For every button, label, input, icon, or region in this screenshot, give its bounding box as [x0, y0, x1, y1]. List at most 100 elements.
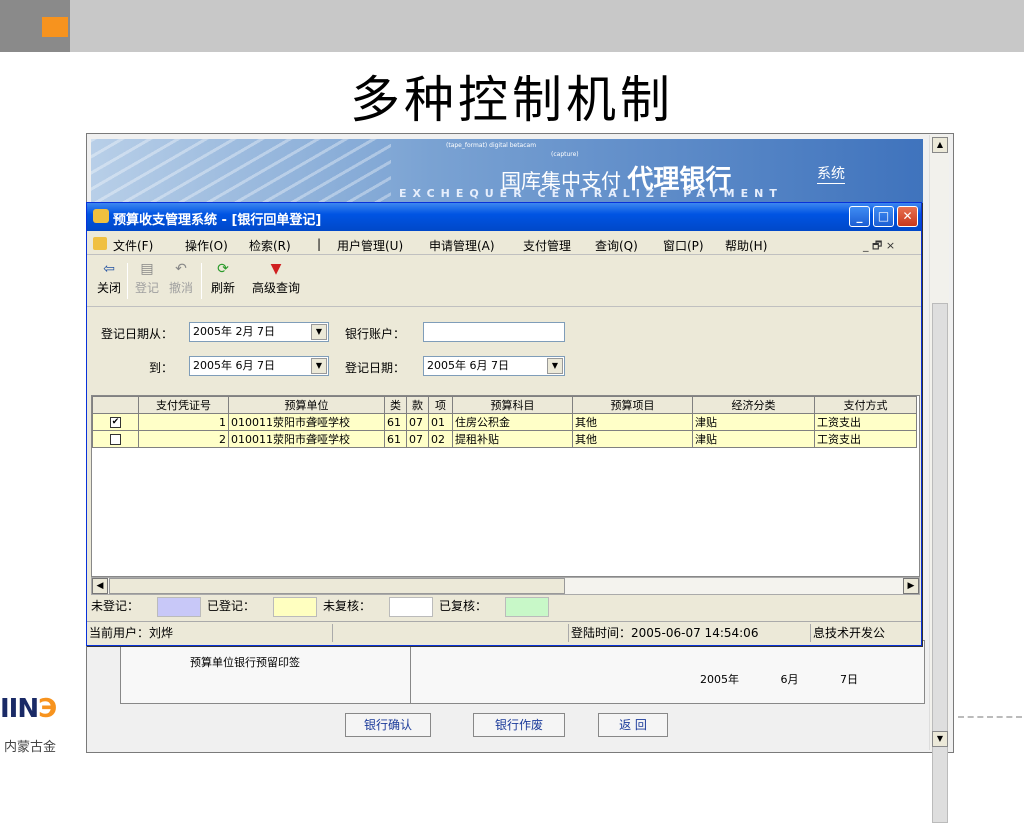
close-tool-button[interactable]: ⇦ 关闭 — [93, 261, 125, 296]
kuan-cell: 07 — [406, 413, 429, 431]
menu-bar: 文件(F) 操作(O) 检索(R) | 用户管理(U) 申请管理(A) 支付管理… — [87, 233, 921, 255]
maximize-icon[interactable]: □ — [873, 206, 894, 227]
unit-cell: 010011荥阳市聋哑学校 — [228, 430, 385, 448]
minimize-icon[interactable]: _ — [849, 206, 870, 227]
column-header-project[interactable]: 预算项目 — [572, 396, 693, 414]
banner-decoration — [91, 139, 391, 205]
row-checkbox-cell[interactable]: ✔ — [92, 413, 139, 431]
legend-reviewed-swatch — [505, 597, 549, 617]
company-logo: IINЭ — [0, 694, 57, 724]
register-date-value: 2005年 6月 7日 — [427, 359, 509, 372]
bank-void-button[interactable]: 银行作废 — [473, 713, 565, 737]
menu-help[interactable]: 帮助(H) — [725, 237, 767, 254]
back-button[interactable]: 返 回 — [598, 713, 668, 737]
revoke-tool-button[interactable]: ↶ 撤消 — [165, 261, 197, 296]
scroll-up-icon[interactable]: ▲ — [932, 137, 948, 153]
register-icon: ▤ — [140, 261, 154, 277]
class-cell: 61 — [384, 430, 407, 448]
column-header-pay-method[interactable]: 支付方式 — [814, 396, 917, 414]
column-header-voucher[interactable]: 支付凭证号 — [138, 396, 229, 414]
register-tool-button[interactable]: ▤ 登记 — [131, 261, 163, 296]
date-to-label: 到： — [149, 361, 174, 375]
column-header-select — [92, 396, 139, 414]
register-tool-label: 登记 — [134, 281, 159, 295]
date-from-picker[interactable]: 2005年 2月 7日 ▼ — [189, 322, 329, 342]
background-vertical-scrollbar[interactable]: ▲ ▼ — [929, 135, 949, 823]
slide-title: 多种控制机制 — [350, 71, 674, 129]
legend-unreviewed-swatch — [389, 597, 433, 617]
menu-operation[interactable]: 操作(O) — [185, 237, 228, 254]
legend-registered-swatch — [273, 597, 317, 617]
column-header-subject[interactable]: 预算科目 — [452, 396, 573, 414]
window-titlebar[interactable]: 预算收支管理系统 - [银行回单登记] _ □ ✕ — [87, 203, 921, 231]
slide-orange-square — [42, 17, 68, 37]
date-to-picker[interactable]: 2005年 6月 7日 ▼ — [189, 356, 329, 376]
refresh-icon: ⟳ — [217, 261, 229, 277]
bank-receipt-window: 预算收支管理系统 - [银行回单登记] _ □ ✕ 文件(F) 操作(O) 检索… — [86, 202, 922, 646]
menu-query[interactable]: 查询(Q) — [595, 237, 638, 254]
menu-payment-management[interactable]: 支付管理 — [523, 237, 571, 254]
horizontal-scroll-thumb[interactable] — [109, 578, 565, 594]
voucher-cell: 1 — [138, 413, 229, 431]
register-date-picker[interactable]: 2005年 6月 7日 ▼ — [423, 356, 565, 376]
scroll-down-icon[interactable]: ▼ — [932, 731, 948, 747]
project-cell: 其他 — [572, 413, 693, 431]
mdi-window-controls[interactable]: _ 🗗 × — [863, 237, 895, 256]
current-user-status: 当前用户：刘烨 — [87, 624, 333, 642]
refresh-tool-button[interactable]: ⟳ 刷新 — [207, 261, 239, 296]
horizontal-scrollbar[interactable]: ◀ ▶ — [91, 577, 920, 595]
menu-search[interactable]: 检索(R) — [249, 237, 291, 254]
bank-confirm-button[interactable]: 银行确认 — [345, 713, 431, 737]
column-header-class[interactable]: 类 — [384, 396, 407, 414]
menu-application-management[interactable]: 申请管理(A) — [429, 237, 495, 254]
close-tool-label: 关闭 — [96, 281, 121, 295]
checkbox-unchecked[interactable] — [110, 434, 121, 445]
column-header-econ[interactable]: 经济分类 — [692, 396, 815, 414]
chevron-down-icon[interactable]: ▼ — [311, 358, 327, 374]
date-from-label: 登记日期从： — [101, 327, 174, 341]
chevron-down-icon[interactable]: ▼ — [547, 358, 563, 374]
xiang-cell: 02 — [428, 430, 453, 448]
project-cell: 其他 — [572, 430, 693, 448]
voucher-table: 支付凭证号 预算单位 类 款 项 预算科目 预算项目 经济分类 支付方式 ✔ 1… — [92, 396, 917, 448]
menu-window[interactable]: 窗口(P) — [663, 237, 704, 254]
chevron-down-icon[interactable]: ▼ — [311, 324, 327, 340]
column-header-xiang[interactable]: 项 — [428, 396, 453, 414]
advanced-query-tool-button[interactable]: ▼ 高级查询 — [243, 261, 309, 296]
column-header-kuan[interactable]: 款 — [406, 396, 429, 414]
decorative-dashes — [958, 716, 1022, 724]
legend-unregistered-label: 未登记： — [91, 599, 140, 613]
date-to-value: 2005年 6月 7日 — [193, 359, 275, 372]
menu-user-management[interactable]: 用户管理(U) — [337, 237, 403, 254]
grid-header-row: 支付凭证号 预算单位 类 款 项 预算科目 预算项目 经济分类 支付方式 — [92, 396, 917, 414]
row-checkbox-cell[interactable] — [92, 430, 139, 448]
column-header-unit[interactable]: 预算单位 — [228, 396, 385, 414]
subject-cell: 住房公积金 — [452, 413, 573, 431]
bank-account-label: 银行账户： — [345, 327, 406, 341]
toolbar: ⇦ 关闭 ▤ 登记 ↶ 撤消 ⟳ 刷新 ▼ 高级查询 — [87, 257, 921, 307]
scroll-left-icon[interactable]: ◀ — [92, 578, 108, 594]
banner-system-label: 系统 — [817, 163, 845, 184]
scroll-right-icon[interactable]: ▶ — [903, 578, 919, 594]
pay-method-cell: 工资支出 — [814, 430, 917, 448]
toolbar-separator — [127, 263, 128, 299]
menu-separator: | — [317, 237, 322, 251]
kuan-cell: 07 — [406, 430, 429, 448]
background-month: 6月 — [780, 673, 799, 686]
background-date: 2005年 6月 7日 — [700, 671, 858, 687]
slide-header-bar — [0, 0, 1024, 52]
table-row[interactable]: ✔ 1 010011荥阳市聋哑学校 61 07 01 住房公积金 其他 津贴 工… — [92, 413, 917, 431]
menu-file[interactable]: 文件(F) — [113, 237, 153, 254]
background-year: 2005年 — [700, 673, 739, 686]
table-row[interactable]: 2 010011荥阳市聋哑学校 61 07 02 提租补贴 其他 津贴 工资支出 — [92, 430, 917, 448]
bank-account-input[interactable] — [423, 322, 565, 342]
close-icon[interactable]: ✕ — [897, 206, 918, 227]
checkbox-checked[interactable]: ✔ — [110, 417, 121, 428]
login-time-status: 登陆时间：2005-06-07 14:54:06 — [569, 624, 811, 642]
revoke-tool-label: 撤消 — [168, 281, 193, 295]
legend-reviewed-label: 已复核： — [439, 599, 488, 613]
company-status: 息技术开发公 — [813, 626, 886, 640]
refresh-tool-label: 刷新 — [210, 281, 235, 295]
app-icon — [93, 209, 109, 223]
toolbar-separator-2 — [201, 263, 202, 299]
